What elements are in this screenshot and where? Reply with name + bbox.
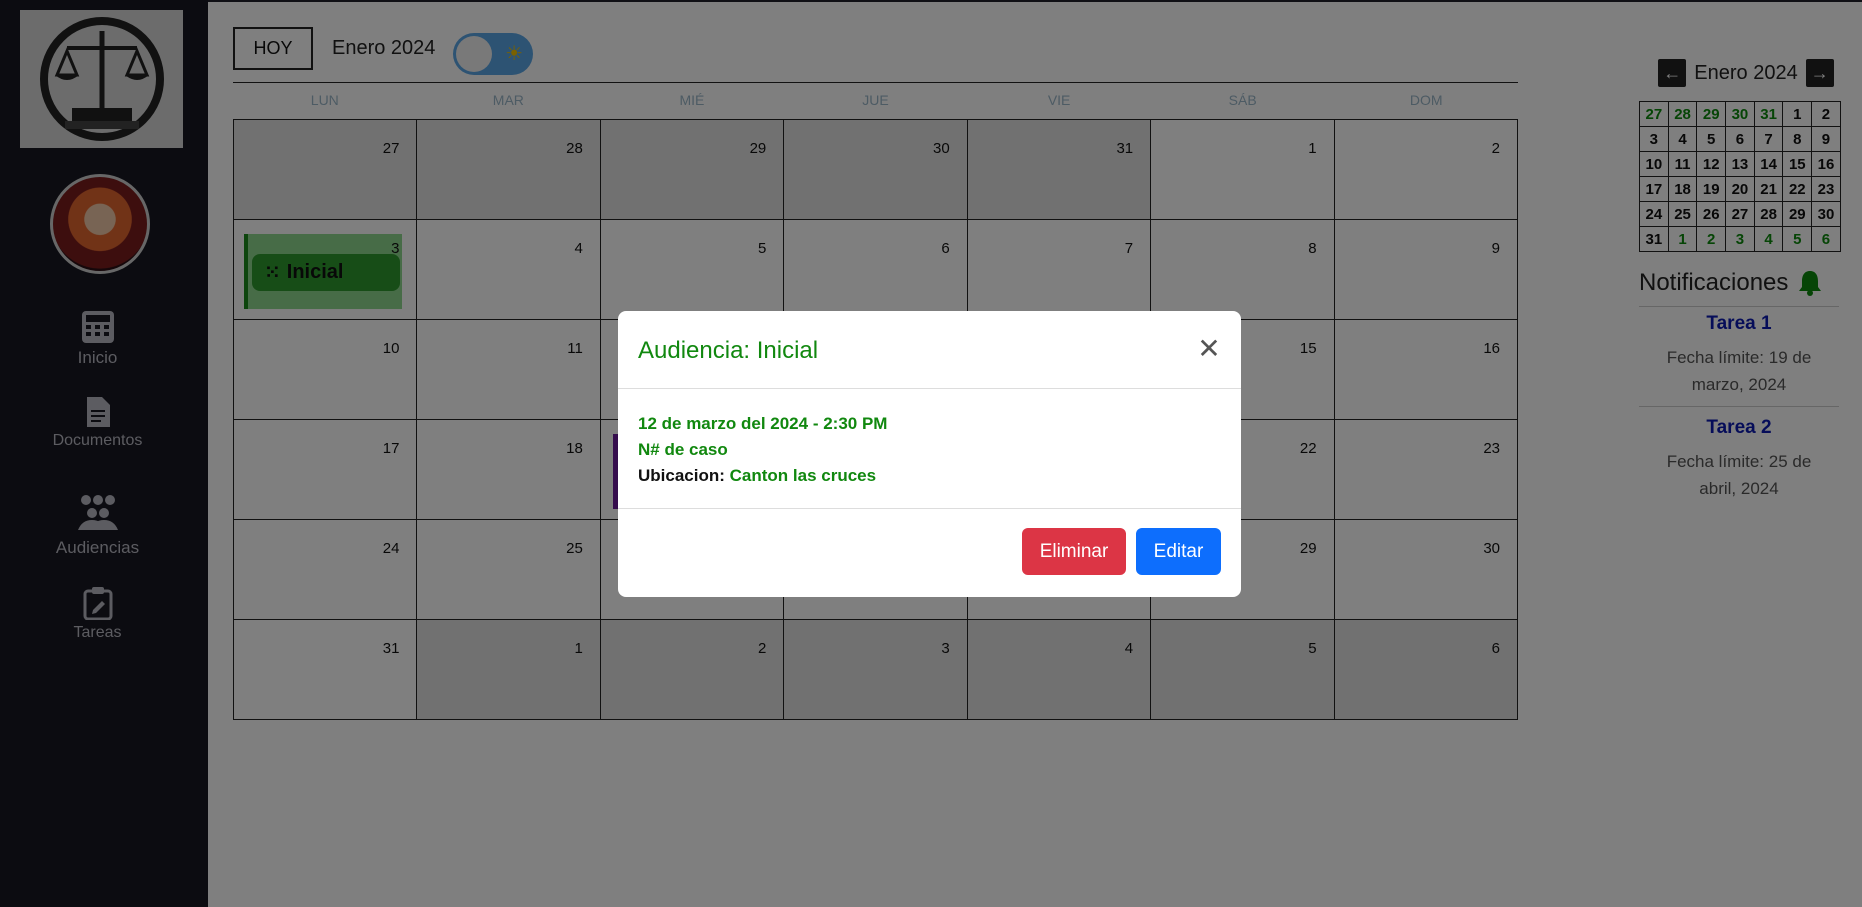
modal-footer: Eliminar Editar xyxy=(618,509,1241,597)
location-value: Canton las cruces xyxy=(729,466,877,485)
case-number-label: N# de caso xyxy=(638,440,728,459)
edit-button[interactable]: Editar xyxy=(1136,528,1221,575)
modal-body: 12 de marzo del 2024 - 2:30 PM N# de cas… xyxy=(618,389,1241,509)
event-modal: Audiencia: Inicial ✕ 12 de marzo del 202… xyxy=(618,311,1241,597)
location-label: Ubicacion: xyxy=(638,466,725,485)
close-icon[interactable]: ✕ xyxy=(1193,333,1225,365)
location-row: Ubicacion: Canton las cruces xyxy=(638,463,1221,489)
event-datetime: 12 de marzo del 2024 - 2:30 PM xyxy=(638,414,888,433)
delete-button[interactable]: Eliminar xyxy=(1022,528,1126,575)
modal-header: Audiencia: Inicial ✕ xyxy=(618,311,1241,389)
modal-title: Audiencia: Inicial xyxy=(638,337,819,364)
